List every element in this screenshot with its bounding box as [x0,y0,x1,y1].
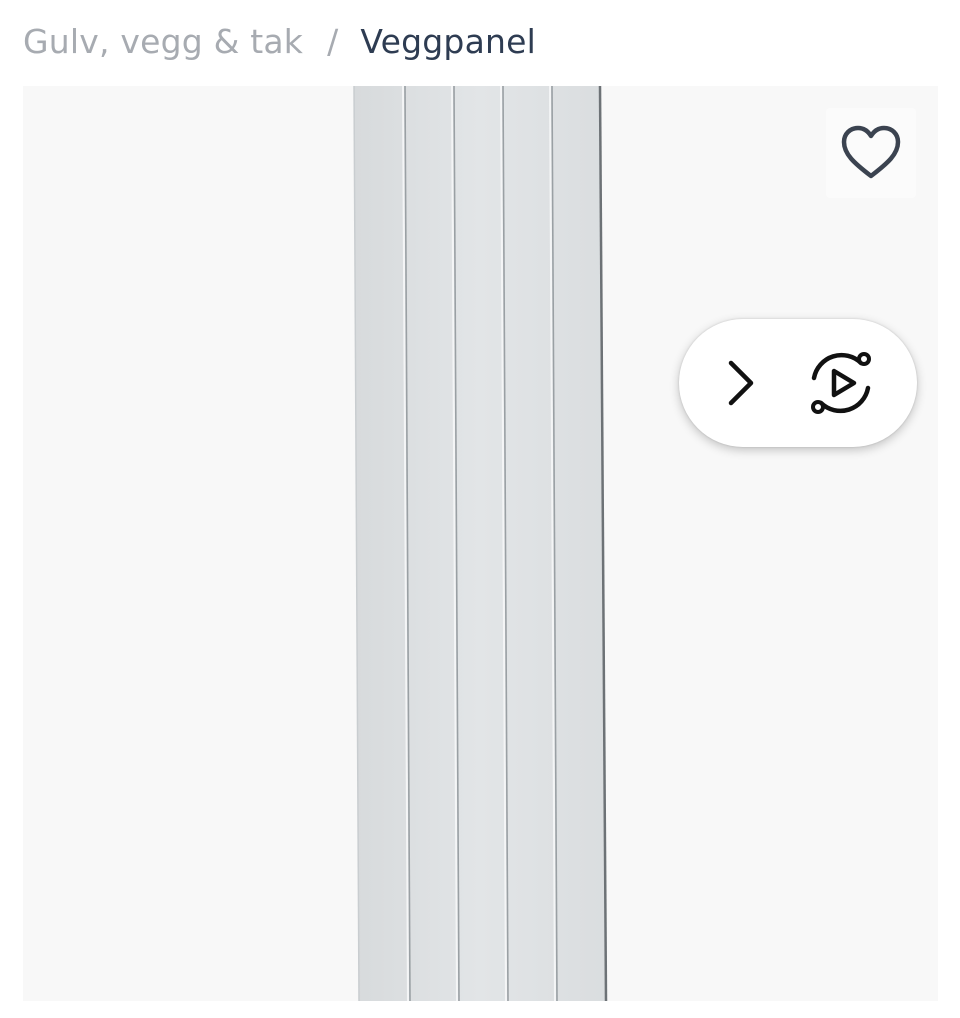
chevron-right-icon [728,360,754,406]
rotate-play-icon [811,352,871,414]
breadcrumb-separator: / [327,21,339,61]
product-image-gallery [23,86,938,1001]
media-controls [679,319,917,447]
product-image[interactable] [23,86,938,1001]
play-video-button[interactable] [803,345,879,421]
heart-icon [841,125,901,179]
breadcrumb-current-page: Veggpanel [360,21,536,61]
favorite-button[interactable] [826,108,916,198]
next-image-button[interactable] [713,355,769,411]
breadcrumb-link-gulv-vegg-tak[interactable]: Gulv, vegg & tak [23,22,303,61]
breadcrumb: Gulv, vegg & tak / Veggpanel [23,18,536,64]
